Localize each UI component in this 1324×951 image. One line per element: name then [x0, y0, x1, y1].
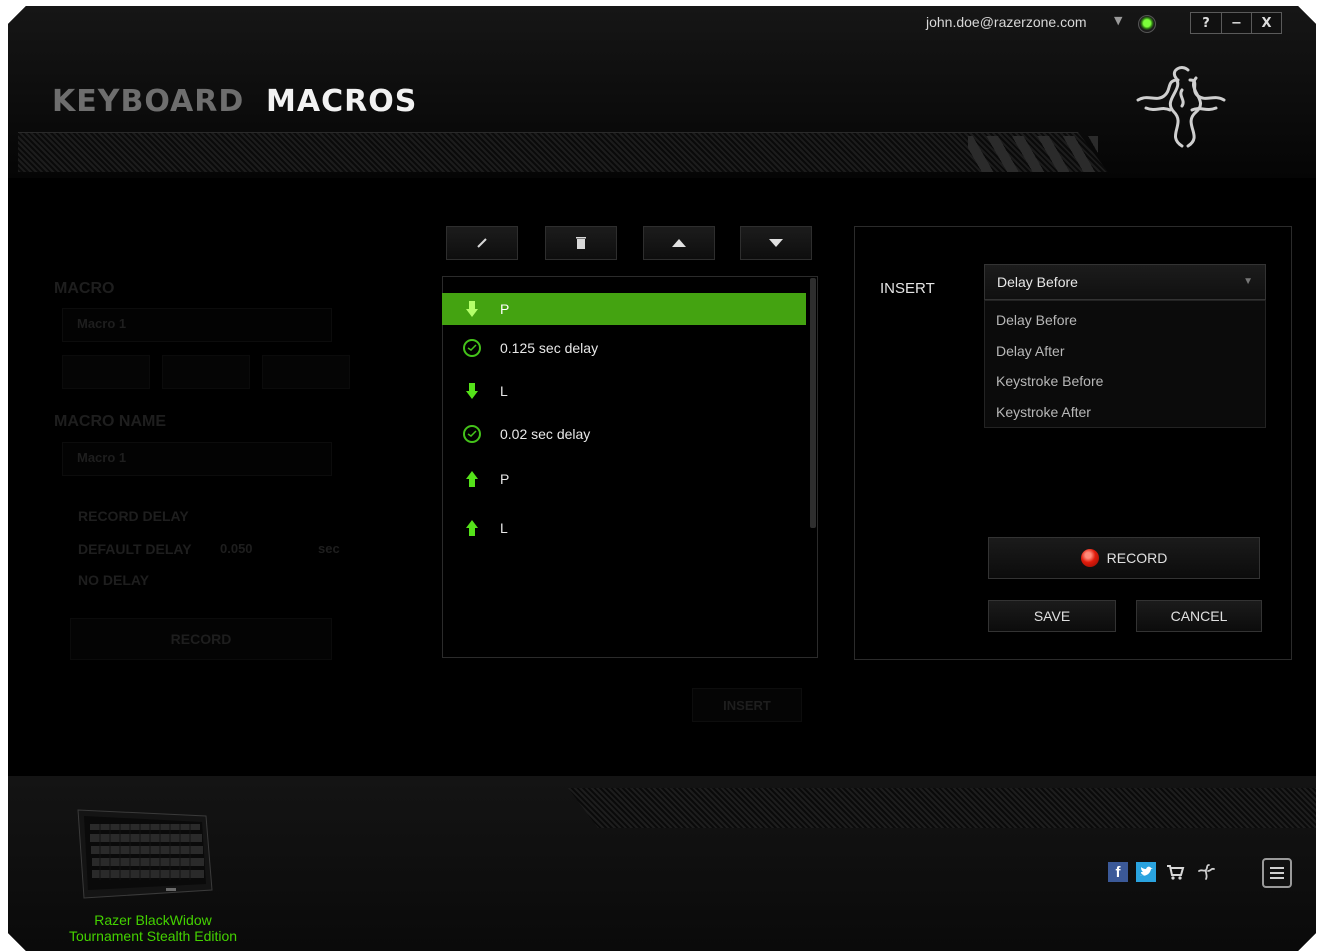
edit-button[interactable]: [446, 226, 518, 260]
key-down-arrow-icon: [454, 375, 490, 407]
record-delay-option: RECORD DELAY: [78, 508, 189, 524]
header-slash-decoration: [968, 136, 1098, 172]
account-email[interactable]: john.doe@razerzone.com: [926, 14, 1087, 30]
cancel-button[interactable]: CANCEL: [1136, 600, 1262, 632]
dropdown-selected-value: Delay Before: [997, 274, 1078, 290]
event-label: P: [500, 301, 510, 317]
event-row[interactable]: 0.125 sec delay: [442, 332, 806, 364]
record-button[interactable]: RECORD: [988, 537, 1260, 579]
delete-macro-button: [162, 355, 250, 389]
insert-label: INSERT: [880, 280, 935, 297]
record-label: RECORD: [1106, 550, 1168, 566]
delete-button[interactable]: [545, 226, 617, 260]
default-delay-value: 0.050: [220, 541, 253, 556]
menu-item-delay-after[interactable]: Delay After: [996, 343, 1064, 359]
macro-name-field: Macro 1: [62, 442, 332, 476]
insert-type-dropdown[interactable]: Delay Before ▼: [984, 264, 1266, 300]
online-status-icon: [1138, 15, 1156, 33]
save-button[interactable]: SAVE: [988, 600, 1116, 632]
default-delay-unit: sec: [318, 541, 340, 556]
menu-item-delay-before[interactable]: Delay Before: [996, 312, 1077, 328]
event-label: P: [500, 471, 510, 487]
event-row[interactable]: 0.02 sec delay: [442, 418, 806, 450]
facebook-icon[interactable]: f: [1108, 862, 1128, 882]
event-label: L: [500, 383, 508, 399]
menu-bar: [1270, 867, 1284, 869]
device-name-line1: Razer BlackWidow: [94, 912, 212, 928]
store-cart-icon[interactable]: [1165, 862, 1185, 882]
trash-icon: [576, 237, 586, 249]
close-button[interactable]: X: [1251, 13, 1281, 33]
header-texture-strip: [18, 132, 1108, 172]
device-name: Razer BlackWidow Tournament Stealth Edit…: [48, 912, 258, 944]
event-row[interactable]: P: [442, 293, 806, 325]
menu-bar: [1270, 877, 1284, 879]
move-up-button[interactable]: [643, 226, 715, 260]
window-controls: ? − X: [1190, 12, 1282, 34]
arrow-down-icon: [769, 239, 783, 247]
account-dropdown-icon[interactable]: ▼: [1114, 14, 1122, 27]
keyboard-device-image: [77, 809, 213, 899]
event-row[interactable]: L: [442, 375, 806, 407]
event-label: 0.125 sec delay: [500, 340, 599, 356]
event-label: L: [500, 520, 508, 536]
clock-icon: [454, 332, 490, 364]
no-delay-option: NO DELAY: [78, 572, 150, 588]
device-name-line2: Tournament Stealth Edition: [68, 928, 238, 944]
add-macro-button: [62, 355, 150, 389]
tab-macros[interactable]: MACROS: [266, 84, 417, 119]
razer-community-icon[interactable]: [1196, 862, 1216, 882]
faded-insert-button: INSERT: [692, 688, 802, 722]
minimize-button[interactable]: −: [1221, 13, 1251, 33]
move-down-button[interactable]: [740, 226, 812, 260]
record-icon: [1080, 549, 1099, 567]
event-row[interactable]: P: [442, 463, 806, 495]
default-delay-option: DEFAULT DELAY: [78, 541, 192, 557]
copy-macro-button: [262, 355, 350, 389]
help-button[interactable]: ?: [1191, 13, 1221, 33]
edit-icon: [477, 238, 487, 248]
razer-logo-icon: [1136, 66, 1226, 148]
macro-label: MACRO: [54, 280, 115, 297]
left-record-button: RECORD: [70, 618, 332, 660]
key-up-arrow-icon: [454, 512, 490, 544]
twitter-icon[interactable]: [1136, 862, 1156, 882]
menu-item-keystroke-before[interactable]: Keystroke Before: [996, 373, 1103, 389]
event-row[interactable]: L: [442, 512, 806, 544]
macro-actions: [62, 355, 350, 389]
arrow-up-icon: [672, 239, 686, 247]
key-down-arrow-icon: [454, 293, 490, 325]
macro-select: Macro 1: [62, 308, 332, 342]
main-menu-button[interactable]: [1262, 858, 1292, 888]
footer-texture-strip: [568, 788, 1316, 828]
menu-bar: [1270, 872, 1284, 874]
macro-name-label: MACRO NAME: [54, 413, 166, 430]
event-list-scrollbar[interactable]: [810, 278, 816, 528]
clock-icon: [454, 418, 490, 450]
key-up-arrow-icon: [454, 463, 490, 495]
menu-item-keystroke-after[interactable]: Keystroke After: [996, 404, 1091, 420]
tab-keyboard[interactable]: KEYBOARD: [52, 84, 244, 119]
event-label: 0.02 sec delay: [500, 426, 591, 442]
chevron-down-icon: ▼: [1243, 276, 1253, 287]
